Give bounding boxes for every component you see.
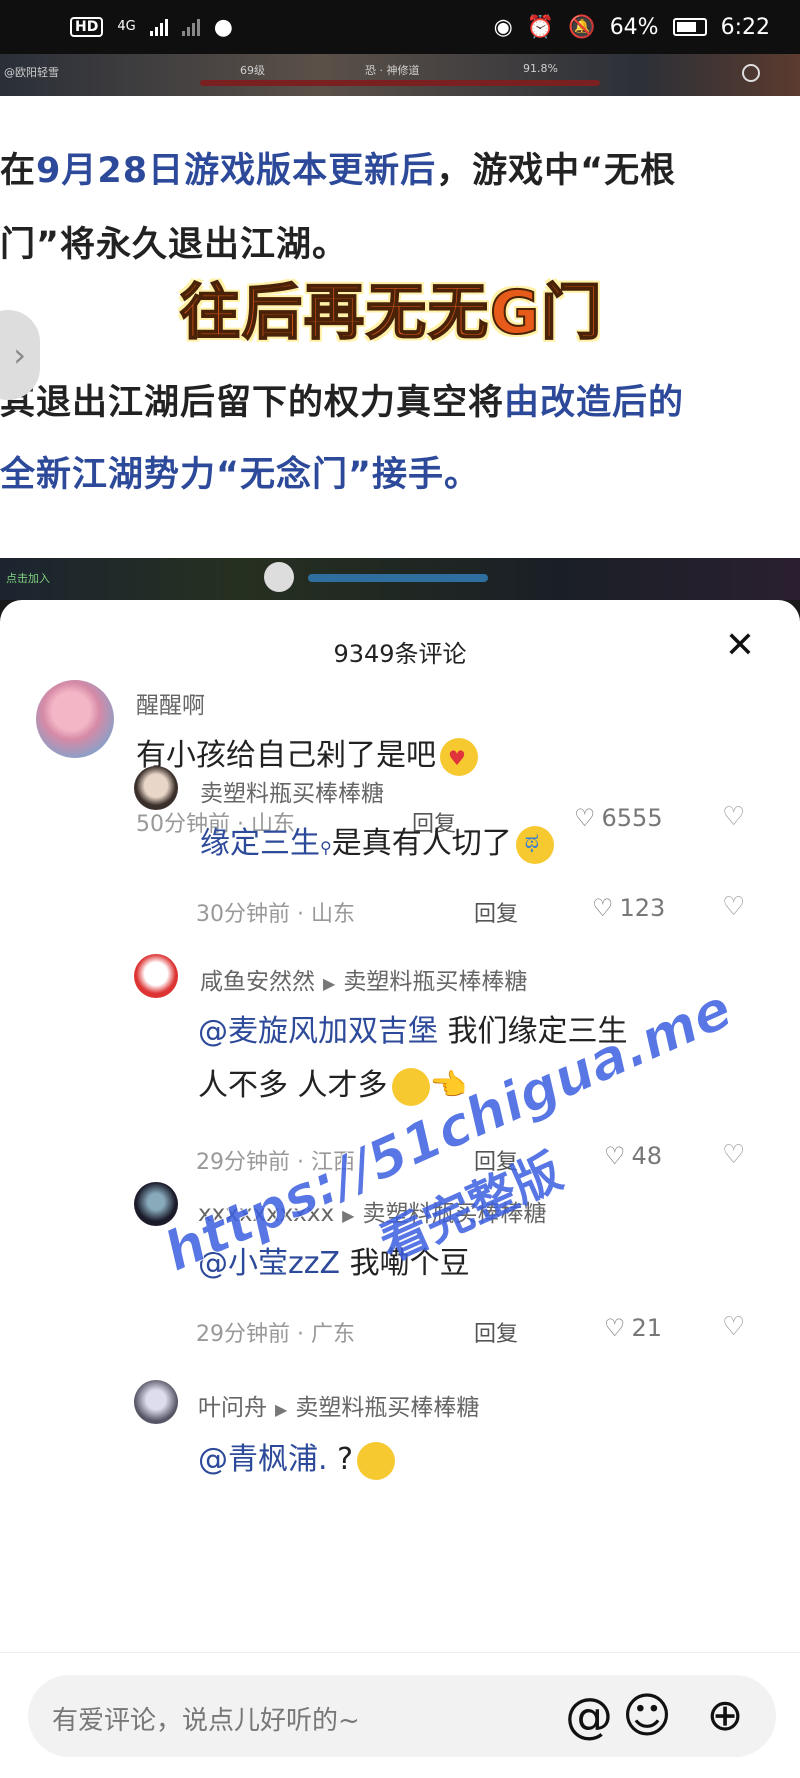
avatar[interactable]: [134, 1380, 178, 1424]
at-icon[interactable]: @: [560, 1687, 618, 1745]
comment-text: @青枫浦. ?: [198, 1434, 396, 1480]
grin-emoji-icon: [391, 1067, 430, 1106]
video-top-strip[interactable]: @欧阳轻雪 69级 恐 · 神修道 91.8%: [0, 54, 800, 96]
reply-button[interactable]: 回复: [474, 1144, 518, 1176]
comment-username[interactable]: 卖塑料瓶买棒棒糖: [200, 774, 384, 808]
video-health-bar: [200, 80, 600, 86]
reply-arrow-icon: ▶: [342, 1206, 355, 1225]
battery-percent: 64%: [609, 14, 659, 40]
video-percent: 91.8%: [523, 62, 558, 75]
comment-input[interactable]: 有爱评论，说点儿好听的~ @ ☺ ⊕: [28, 1675, 776, 1757]
article-line-3: 其退出江湖后留下的权力真空将由改造后的: [0, 383, 685, 423]
video-bottom-strip[interactable]: 点击加入: [0, 558, 800, 600]
article-line-1: 在9月28日游戏版本更新后，游戏中“无根: [0, 151, 677, 191]
comment-count-title: 9349条评论: [333, 640, 467, 668]
add-icon[interactable]: ⊕: [696, 1687, 754, 1745]
mention-link[interactable]: @麦旋风加双吉堡: [198, 1014, 438, 1049]
like-button[interactable]: ♡ 21: [604, 1314, 662, 1342]
avatar[interactable]: [134, 1182, 178, 1226]
mention-link[interactable]: @小莹zzZ: [198, 1246, 340, 1281]
like-button[interactable]: ♡ 48: [604, 1142, 662, 1170]
battery-icon: [672, 18, 707, 36]
avatar[interactable]: [36, 680, 114, 758]
smile-emoji-icon: [357, 1441, 396, 1480]
heart-outline-icon: ♡: [574, 804, 596, 832]
dislike-icon[interactable]: ♡: [722, 1312, 745, 1342]
settings-icon[interactable]: [742, 64, 760, 82]
comment-username[interactable]: 醒醒啊: [136, 686, 205, 720]
clock: 6:22: [720, 14, 770, 40]
video-bottom-label: 点击加入: [6, 572, 50, 585]
eye-icon: ◉: [493, 14, 513, 40]
heart-outline-icon: ♡: [604, 1314, 626, 1342]
reply-button[interactable]: 回复: [474, 896, 518, 928]
comment-sheet: 9349条评论 ✕ 醒醒啊 有小孩给自己剁了是吧 50分钟前 · 山东 回复 ♡…: [0, 600, 800, 1778]
article-banner: 往后再无无G门: [179, 277, 604, 349]
like-button[interactable]: ♡ 123: [592, 894, 665, 922]
video-user-label: @欧阳轻雪: [4, 66, 59, 79]
comment-text: 有小孩给自己剁了是吧: [136, 730, 478, 776]
comment-username: 咸鱼安然然 ▶ 卖塑料瓶买棒棒糖: [200, 969, 528, 995]
signal-icon: [149, 18, 168, 36]
search-mention[interactable]: 缘定三生: [200, 826, 320, 861]
comment-text: @小莹zzZ 我嘞个豆: [198, 1246, 470, 1281]
comment-input-bar: 有爱评论，说点儿好听的~ @ ☺ ⊕: [0, 1652, 800, 1778]
emoji-icon[interactable]: ☺: [618, 1687, 676, 1745]
like-button[interactable]: ♡ 6555: [574, 804, 663, 832]
avatar[interactable]: [134, 954, 178, 998]
reply-arrow-icon: ▶: [275, 1400, 288, 1419]
video-level-a: 69级: [240, 64, 265, 77]
comment-meta: 29分钟前 · 广东: [196, 1322, 355, 1347]
hd-badge: HD: [70, 17, 104, 37]
heart-emoji-icon: [440, 737, 478, 776]
mention-link[interactable]: @青枫浦.: [198, 1442, 328, 1477]
thumbs-emoji-icon: 👈: [429, 1068, 467, 1103]
dislike-icon[interactable]: ♡: [722, 802, 745, 832]
eye-icon: [264, 562, 294, 592]
chevron-right-icon[interactable]: ›: [0, 310, 40, 400]
crying-emoji-icon: [515, 825, 554, 864]
comment-meta: 30分钟前 · 山东: [196, 902, 355, 927]
network-type: 4G: [117, 19, 136, 34]
dislike-icon[interactable]: ♡: [722, 1140, 745, 1170]
mute-icon: 🔕: [568, 14, 596, 40]
reply-arrow-icon: ▶: [323, 974, 336, 993]
comment-username: 叶问舟 ▶ 卖塑料瓶买棒棒糖: [198, 1395, 480, 1421]
article-line-4: 全新江湖势力“无念门”接手。: [0, 455, 481, 495]
comment-text-line-2: 人不多 人才多 👈: [198, 1060, 467, 1106]
search-icon: ⚲: [320, 838, 332, 857]
comment-text: @麦旋风加双吉堡 我们缘定三生: [198, 1014, 628, 1049]
avatar[interactable]: [134, 766, 178, 810]
comment-username: xxxxxxxxxx ▶ 卖塑料瓶买棒棒糖: [198, 1201, 547, 1227]
close-icon[interactable]: ✕: [720, 626, 760, 666]
dislike-icon[interactable]: ♡: [722, 892, 745, 922]
article-line-2: 门”将永久退出江湖。: [0, 225, 349, 265]
heart-outline-icon: ♡: [592, 894, 614, 922]
comment-input-placeholder: 有爱评论，说点儿好听的~: [52, 1706, 360, 1736]
comment-text: 缘定三生⚲是真有人切了: [200, 818, 554, 864]
signal-secondary-icon: [181, 18, 200, 36]
comment-meta: 29分钟前 · 江西: [196, 1150, 355, 1175]
wechat-icon: ●: [213, 14, 233, 40]
alarm-icon: ⏰: [526, 14, 555, 40]
heart-outline-icon: ♡: [604, 1142, 626, 1170]
reply-button[interactable]: 回复: [474, 1316, 518, 1348]
status-bar: HD 4G ● ◉ ⏰ 🔕 64% 6:22: [0, 0, 800, 54]
video-progress-bar: [308, 574, 488, 582]
video-article-frame[interactable]: 在9月28日游戏版本更新后，游戏中“无根 门”将永久退出江湖。 往后再无无G门 …: [0, 96, 800, 558]
video-level-b: 恐 · 神修道: [365, 64, 420, 77]
